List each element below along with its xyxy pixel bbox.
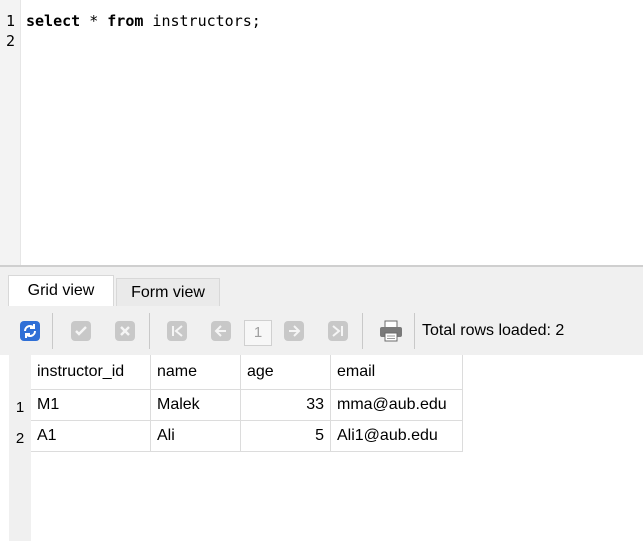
cell-email[interactable]: mma@aub.edu xyxy=(330,389,463,421)
tab-grid-view[interactable]: Grid view xyxy=(8,275,114,306)
cell-age[interactable]: 5 xyxy=(240,420,331,452)
last-page-icon[interactable] xyxy=(327,320,349,342)
print-icon[interactable] xyxy=(379,320,403,342)
tab-form-view[interactable]: Form view xyxy=(116,278,220,306)
keyword-select: select xyxy=(26,12,81,30)
cell-instructor-id[interactable]: A1 xyxy=(31,420,151,452)
keyword-from: from xyxy=(107,12,144,30)
code-line[interactable]: select * from instructors; xyxy=(26,11,261,31)
table-row: A1 Ali 5 Ali1@aub.edu xyxy=(31,420,463,452)
cell-age[interactable]: 33 xyxy=(240,389,331,421)
result-tabs: Grid view Form view xyxy=(0,267,643,307)
column-header-name[interactable]: name xyxy=(150,355,241,390)
toolbar-separator xyxy=(362,313,363,349)
toolbar-separator xyxy=(149,313,150,349)
next-page-icon[interactable] xyxy=(283,320,305,342)
cell-email[interactable]: Ali1@aub.edu xyxy=(330,420,463,452)
refresh-icon[interactable] xyxy=(19,320,41,342)
row-number[interactable]: 2 xyxy=(9,430,31,447)
commit-icon[interactable] xyxy=(70,320,92,342)
total-rows-label: Total rows loaded: 2 xyxy=(422,322,565,339)
row-number[interactable]: 1 xyxy=(9,399,31,416)
toolbar-separator xyxy=(414,313,415,349)
line-number: 1 xyxy=(6,12,16,30)
code-table-name: instructors; xyxy=(143,12,261,30)
column-header-age[interactable]: age xyxy=(240,355,331,390)
table-row: M1 Malek 33 mma@aub.edu xyxy=(31,389,463,421)
row-header-column xyxy=(9,355,31,541)
header-row: instructor_id name age email xyxy=(31,355,463,390)
results-grid: 1 2 instructor_id name age email M1 Male… xyxy=(0,355,643,541)
rollback-icon[interactable] xyxy=(114,320,136,342)
line-number: 2 xyxy=(6,32,16,50)
column-header-email[interactable]: email xyxy=(330,355,463,390)
toolbar-separator xyxy=(52,313,53,349)
results-table: instructor_id name age email M1 Malek 33… xyxy=(31,355,463,452)
result-toolbar: 1 Total rows loaded: 2 xyxy=(0,307,643,355)
code-star: * xyxy=(80,12,108,30)
cell-name[interactable]: Ali xyxy=(150,420,241,452)
first-page-icon[interactable] xyxy=(166,320,188,342)
cell-instructor-id[interactable]: M1 xyxy=(31,389,151,421)
page-number-field[interactable]: 1 xyxy=(244,320,272,346)
cell-name[interactable]: Malek xyxy=(150,389,241,421)
column-header-instructor-id[interactable]: instructor_id xyxy=(31,355,151,390)
previous-page-icon[interactable] xyxy=(210,320,232,342)
sql-editor[interactable]: 1 select * from instructors; 2 xyxy=(0,0,643,265)
